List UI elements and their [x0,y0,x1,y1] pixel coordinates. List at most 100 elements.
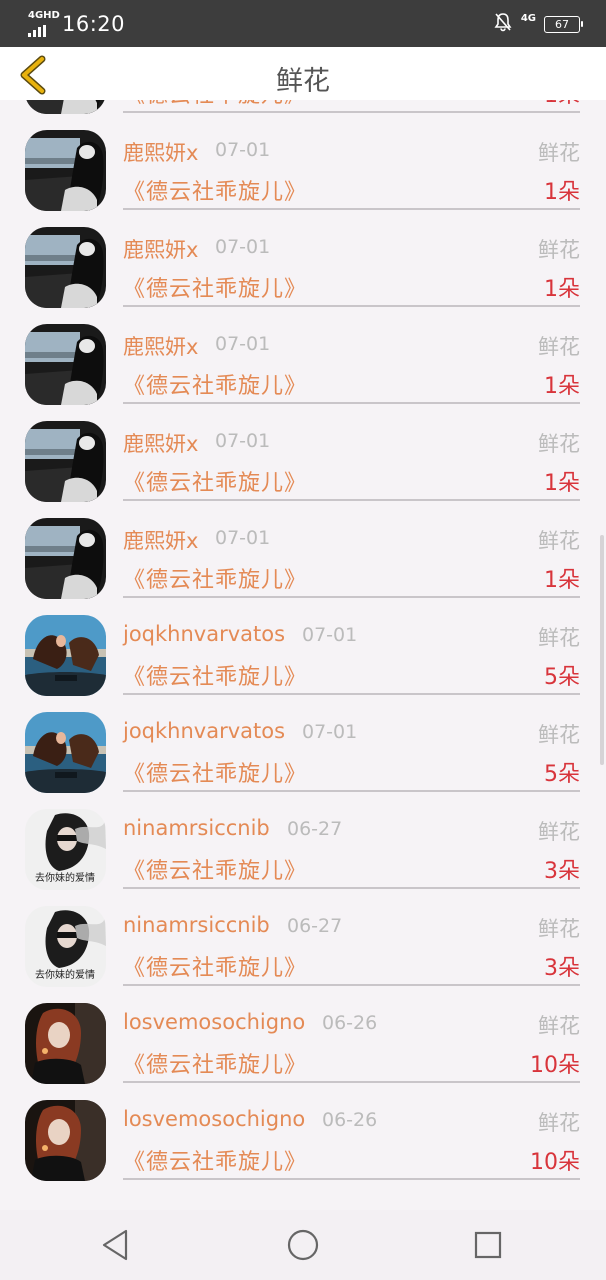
avatar-image [25,130,106,211]
nav-back-button[interactable] [96,1225,136,1265]
header-bar: 鲜花 [0,47,606,100]
row-divider [123,1178,580,1180]
clock: 16:20 [62,12,126,36]
avatar-image [25,324,106,405]
flower-count: 5朵 [544,665,580,690]
sender-name[interactable]: 鹿熙妍x [123,428,198,458]
list-item-partial[interactable]: 《德云社乖旋儿》 1朵 [0,100,606,114]
sender-name[interactable]: ninamrsiccnib [123,816,270,840]
flower-count: 1朵 [544,568,580,593]
album-title[interactable]: 《德云社乖旋儿》 [123,950,307,982]
album-title[interactable]: 《德云社乖旋儿》 [123,562,307,594]
gift-date: 07-01 [215,430,271,452]
avatar[interactable] [25,421,106,502]
album-title[interactable]: 《德云社乖旋儿》 [123,659,307,691]
gift-type: 鲜花 [538,820,580,844]
sender-name[interactable]: ninamrsiccnib [123,913,270,937]
avatar-image [25,518,106,599]
page-title: 鲜花 [276,66,330,97]
album-title[interactable]: 《德云社乖旋儿》 [123,1047,307,1079]
gift-record-list[interactable]: 《德云社乖旋儿》 1朵 鹿熙妍x07-01鲜花《德云社乖旋儿》1朵鹿熙妍x07-… [0,100,606,1210]
gift-type: 鲜花 [538,917,580,941]
avatar[interactable] [25,227,106,308]
status-bar: 4GHD 16:20 4G 67 [0,0,606,47]
gift-type: 鲜花 [538,1111,580,1135]
list-item[interactable]: losvemosochigno 06-26 鲜花 《德云社乖旋儿》 10朵 [0,986,606,1084]
list-item[interactable]: 鹿熙妍x 07-01 鲜花 《德云社乖旋儿》 1朵 [0,210,606,308]
album-title[interactable]: 《德云社乖旋儿》 [123,853,307,885]
album-title[interactable]: 《德云社乖旋儿》 [123,1144,307,1176]
list-item[interactable]: 鹿熙妍x 07-01 鲜花《德云社乖旋儿》 1朵 [0,113,606,211]
battery-level: 67 [555,17,569,31]
flower-count: 3朵 [544,859,580,884]
sender-name[interactable]: joqkhnvarvatos [123,719,285,743]
avatar[interactable] [25,324,106,405]
list-item[interactable]: 鹿熙妍x 07-01 鲜花《德云社乖旋儿》 1朵 [0,307,606,405]
flower-count: 10朵 [530,1053,580,1078]
avatar[interactable]: 去你妹的爱情 [25,809,106,890]
flower-count: 5朵 [544,762,580,787]
avatar[interactable] [25,712,106,793]
avatar[interactable] [25,1100,106,1181]
list-item[interactable]: 去你妹的爱情 ninamrsiccnib 06-27 鲜花 《德云社乖旋儿》 3朵 [0,889,606,987]
gift-date: 06-27 [287,818,343,840]
signal-icon: 4GHD [28,11,60,37]
flower-count: 10朵 [530,1150,580,1175]
list-item[interactable]: 鹿熙妍x 07-01 鲜花 《德云社乖旋儿》 1朵 [0,404,606,502]
avatar[interactable] [25,518,106,599]
sender-name[interactable]: losvemosochigno [123,1107,305,1131]
avatar[interactable] [25,615,106,696]
list-item[interactable]: 鹿熙妍x 07-01 鲜花 《德云社乖旋儿》 1朵 [0,501,606,599]
list-item[interactable]: losvemosochigno 06-26 鲜花《德云社乖旋儿》 10朵 [0,1083,606,1181]
avatar-image [25,712,106,793]
gift-date: 07-01 [302,624,358,646]
gift-date: 06-26 [322,1109,378,1131]
gift-type: 鲜花 [538,335,580,359]
gift-date: 06-27 [287,915,343,937]
gift-type: 鲜花 [538,626,580,650]
album-title: 《德云社乖旋儿》 [123,100,307,109]
album-title[interactable]: 《德云社乖旋儿》 [123,465,307,497]
gift-date: 07-01 [215,139,271,161]
svg-text:去你妹的爱情: 去你妹的爱情 [35,871,95,884]
sender-name[interactable]: 鹿熙妍x [123,137,198,167]
battery-icon: 67 [544,15,583,33]
list-item[interactable]: joqkhnvarvatos 07-01 鲜花《德云社乖旋儿》 5朵 [0,598,606,696]
list-item[interactable]: 去你妹的爱情 ninamrsiccnib 06-27 鲜花《德云社乖旋儿》 3朵 [0,792,606,890]
scrollbar[interactable] [600,535,604,765]
gift-type: 鲜花 [538,238,580,262]
avatar-image: 去你妹的爱情 [25,906,106,987]
gift-date: 07-01 [302,721,358,743]
avatar-image [25,227,106,308]
gift-date: 07-01 [215,333,271,355]
gift-type: 鲜花 [538,141,580,165]
sender-name[interactable]: losvemosochigno [123,1010,305,1034]
list-item[interactable]: joqkhnvarvatos 07-01 鲜花《德云社乖旋儿》 5朵 [0,695,606,793]
sender-name[interactable]: joqkhnvarvatos [123,622,285,646]
sender-name[interactable]: 鹿熙妍x [123,525,198,555]
album-title[interactable]: 《德云社乖旋儿》 [123,174,307,206]
nav-recents-button[interactable] [468,1225,508,1265]
avatar-image [25,615,106,696]
gift-type: 鲜花 [538,723,580,747]
sender-name[interactable]: 鹿熙妍x [123,234,198,264]
album-title[interactable]: 《德云社乖旋儿》 [123,756,307,788]
circle-home-icon [287,1229,319,1261]
album-title[interactable]: 《德云社乖旋儿》 [123,271,307,303]
avatar-image [25,1003,106,1084]
avatar [25,100,106,114]
avatar-image [25,100,106,114]
avatar-image [25,1100,106,1181]
avatar[interactable] [25,130,106,211]
gift-date: 07-01 [215,527,271,549]
sender-name[interactable]: 鹿熙妍x [123,331,198,361]
album-title[interactable]: 《德云社乖旋儿》 [123,368,307,400]
flower-count: 1朵 [544,180,580,205]
flower-count: 1朵 [544,374,580,399]
avatar-image [25,421,106,502]
avatar[interactable] [25,1003,106,1084]
avatar[interactable]: 去你妹的爱情 [25,906,106,987]
gift-date: 06-26 [322,1012,378,1034]
triangle-back-icon [102,1229,128,1261]
nav-home-button[interactable] [283,1225,323,1265]
